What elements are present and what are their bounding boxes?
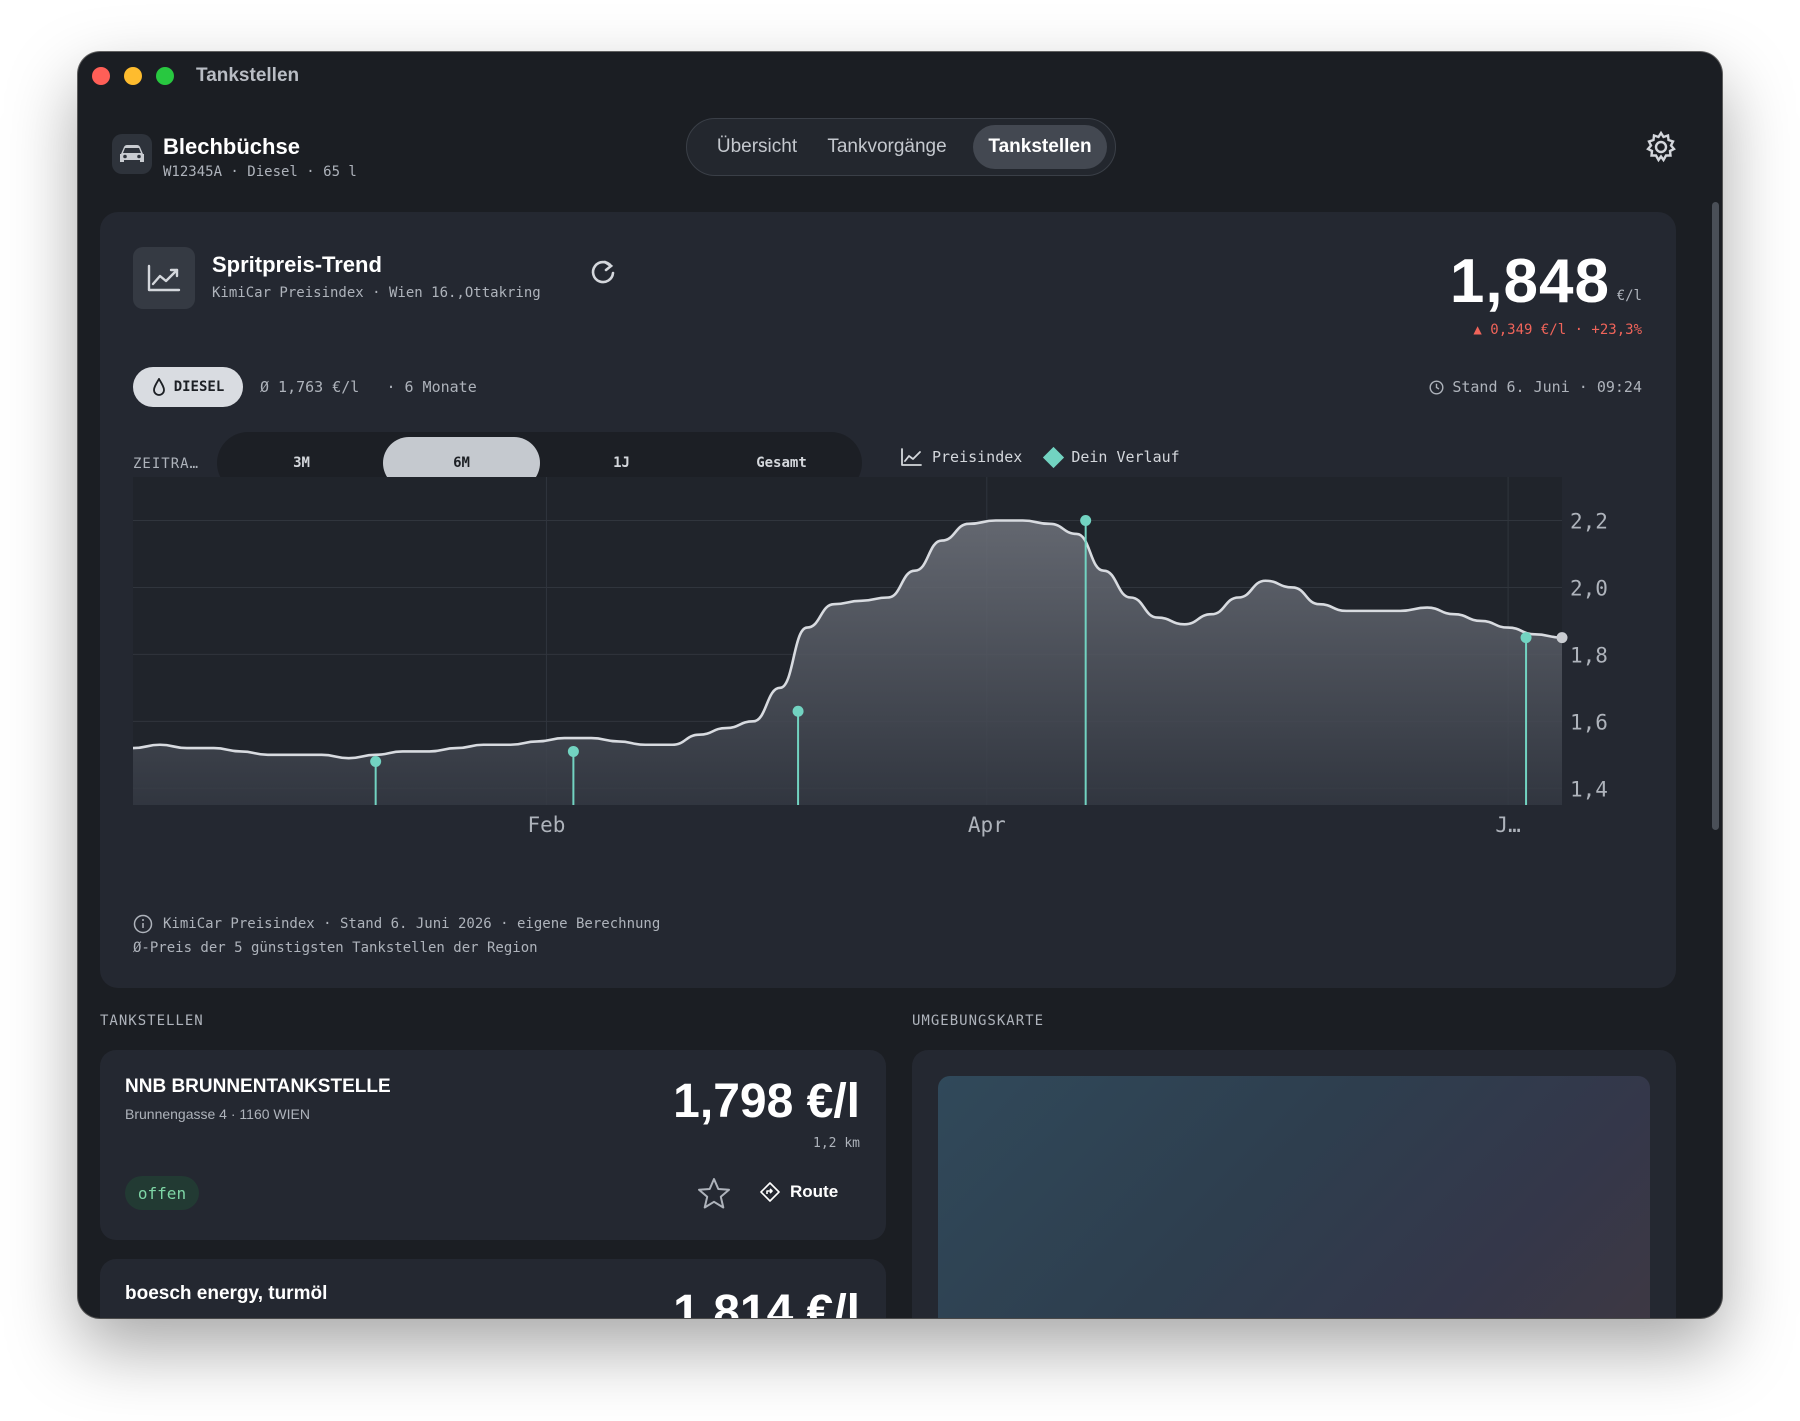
header: Blechbüchse W12345A · Diesel · 65 l Über… — [78, 118, 1722, 192]
app-window: Tankstellen Blechbüchse W12345A · Diesel… — [78, 52, 1722, 1318]
y-tick-label: 1,4 — [1570, 777, 1608, 801]
x-tick-label: Apr — [968, 813, 1006, 837]
price-trend-chart: 2,2 2,0 1,8 1,6 1,4 Feb Apr J… — [132, 477, 1608, 837]
station-price: 1,798 €/l — [673, 1075, 860, 1128]
station-name: NNB BRUNNENTANKSTELLE — [125, 1076, 391, 1097]
station-card[interactable]: boesch energy, turmöl 1,814 €/l — [100, 1259, 886, 1318]
map-view[interactable] — [938, 1076, 1650, 1318]
station-address: Brunnengasse 4 · 1160 WIEN — [125, 1106, 310, 1122]
zoom-window-button[interactable] — [156, 67, 174, 85]
main-nav-segmented: Übersicht Tankvorgänge Tankstellen — [686, 118, 1116, 176]
titlebar: Tankstellen — [78, 52, 1722, 96]
map-card — [912, 1050, 1676, 1318]
footnote-line-2: Ø-Preis der 5 günstigsten Tankstellen de… — [133, 940, 538, 956]
route-button[interactable]: Route — [760, 1182, 838, 1202]
vehicle-details: W12345A · Diesel · 65 l — [163, 164, 357, 180]
chart-footnote: KimiCar Preisindex · Stand 6. Juni 2026 … — [133, 912, 660, 960]
minimize-window-button[interactable] — [124, 67, 142, 85]
footnote-line-1: KimiCar Preisindex · Stand 6. Juni 2026 … — [163, 916, 661, 932]
station-name: boesch energy, turmöl — [125, 1283, 328, 1304]
status-badge: offen — [125, 1176, 199, 1210]
own-point — [1520, 632, 1532, 644]
own-point — [792, 705, 804, 717]
own-point — [1556, 632, 1568, 644]
station-card[interactable]: NNB BRUNNENTANKSTELLE Brunnengasse 4 · 1… — [100, 1050, 886, 1240]
tab-tankvorgaenge[interactable]: Tankvorgänge — [815, 125, 959, 169]
y-tick-label: 1,8 — [1570, 643, 1608, 667]
route-diamond-icon — [760, 1182, 780, 1202]
stations-section-label: TANKSTELLEN — [100, 1013, 204, 1029]
station-price: 1,814 €/l — [673, 1286, 860, 1318]
station-distance: 1,2 km — [813, 1136, 860, 1151]
y-tick-label: 1,6 — [1570, 710, 1608, 734]
vehicle-name: Blechbüchse — [163, 134, 300, 159]
window-title: Tankstellen — [196, 65, 300, 86]
y-tick-label: 2,2 — [1570, 510, 1608, 534]
price-trend-card: Spritpreis-Trend KimiCar Preisindex · Wi… — [100, 212, 1676, 988]
y-tick-label: 2,0 — [1570, 576, 1608, 600]
route-label: Route — [790, 1182, 839, 1201]
own-point — [370, 755, 382, 767]
car-icon — [112, 134, 152, 174]
info-icon — [133, 914, 153, 934]
tab-tankstellen[interactable]: Tankstellen — [973, 125, 1107, 169]
x-tick-label: Feb — [527, 813, 565, 837]
scrollbar[interactable] — [1712, 202, 1719, 830]
own-point — [1080, 515, 1092, 527]
settings-gear-icon[interactable] — [1644, 130, 1678, 164]
favorite-star-icon[interactable] — [696, 1176, 732, 1212]
tab-uebersicht[interactable]: Übersicht — [699, 125, 815, 169]
own-point — [567, 745, 579, 757]
x-tick-label: J… — [1495, 813, 1520, 837]
map-section-label: UMGEBUNGSKARTE — [912, 1013, 1045, 1029]
close-window-button[interactable] — [92, 67, 110, 85]
